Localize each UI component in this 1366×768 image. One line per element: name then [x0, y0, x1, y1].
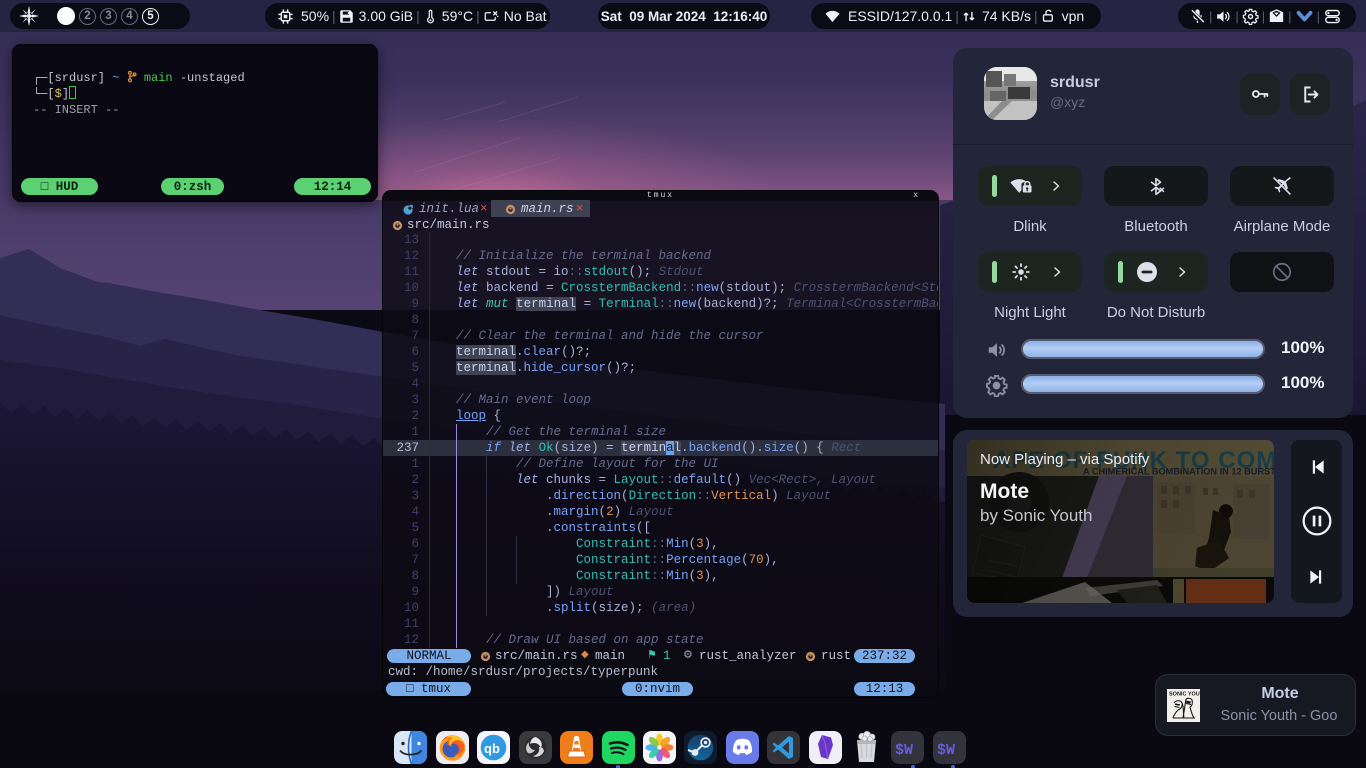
svg-text:SONIC YOUTH: SONIC YOUTH — [1169, 692, 1200, 698]
svg-text:$W: $W — [895, 742, 913, 759]
svg-text:$W: $W — [937, 742, 955, 759]
svg-text:qb: qb — [484, 741, 500, 756]
